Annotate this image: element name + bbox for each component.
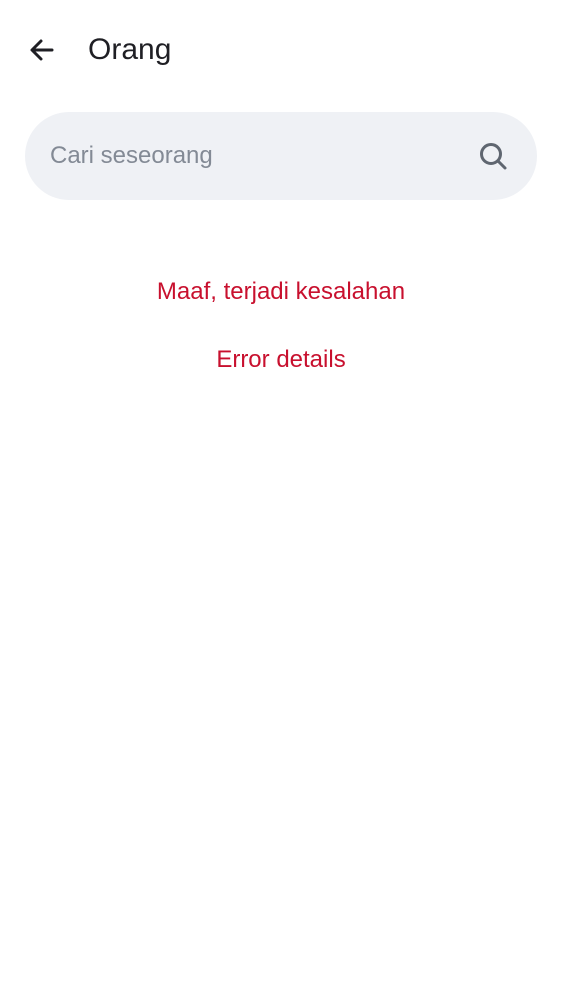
error-details-link[interactable]: Error details — [216, 338, 345, 382]
search-bar — [25, 112, 537, 200]
error-message: Maaf, terjadi kesalahan — [156, 278, 406, 305]
search-icon[interactable] — [477, 140, 509, 172]
error-block: Maaf, terjadi kesalahan Error details — [0, 270, 562, 382]
back-button[interactable] — [20, 28, 64, 72]
page-title: Orang — [88, 33, 172, 66]
arrow-left-icon — [28, 36, 56, 64]
search-input[interactable] — [50, 134, 460, 178]
app-bar: Orang — [0, 0, 562, 100]
people-screen: Orang Maaf, terjadi kesalahan Error deta… — [0, 0, 562, 1000]
